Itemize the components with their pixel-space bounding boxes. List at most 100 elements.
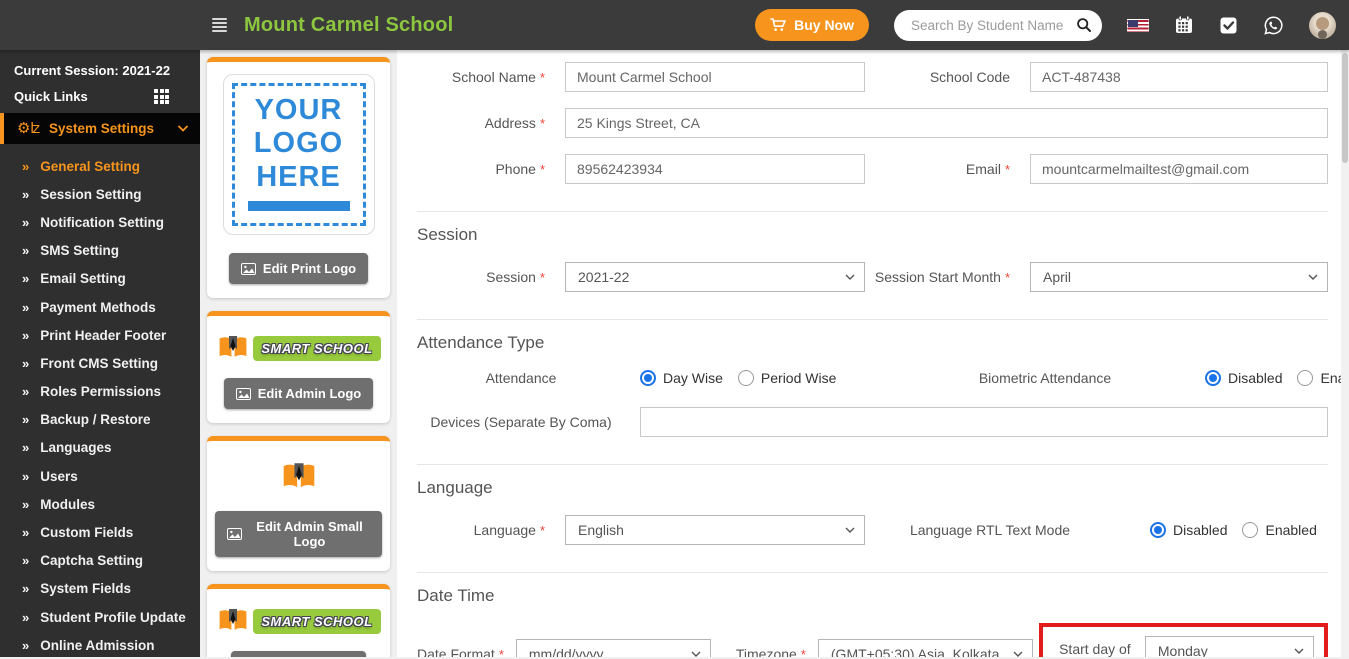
language-section: Language Language * English Language RTL … [417, 464, 1328, 545]
sidebar-item-session-setting[interactable]: Session Setting [0, 180, 200, 208]
logo-placeholder-text: YOUR [254, 94, 343, 126]
phone-input[interactable] [565, 154, 865, 184]
edit-app-logo-button[interactable]: Edit App Logo [231, 651, 366, 657]
sidebar-item-print-header-footer[interactable]: Print Header Footer [0, 321, 200, 349]
sidebar-item-label: Front CMS Setting [40, 355, 158, 371]
calendar-icon[interactable] [1174, 15, 1194, 35]
buy-now-label: Buy Now [794, 17, 854, 33]
sidebar-item-label: Custom Fields [40, 525, 134, 541]
search-icon[interactable] [1076, 17, 1092, 33]
sidebar-item-online-admission[interactable]: Online Admission [0, 631, 200, 659]
radio-label: Enabled [1320, 370, 1341, 386]
chevron-down-icon [1294, 648, 1304, 654]
address-input[interactable] [565, 108, 1328, 138]
double-chevron-icon [22, 271, 29, 286]
radio-label: Day Wise [663, 370, 723, 386]
sidebar-item-label: Notification Setting [40, 214, 164, 230]
rtl-enabled-radio[interactable]: Enabled [1242, 522, 1317, 538]
app-logo-card: SMART SCHOOL Edit App Logo [207, 584, 390, 657]
timezone-select[interactable]: (GMT+05:30) Asia, Kolkata [817, 639, 1033, 657]
edit-admin-logo-button[interactable]: Edit Admin Logo [223, 378, 374, 410]
sidebar-item-roles-permissions[interactable]: Roles Permissions [0, 378, 200, 406]
session-start-month-select[interactable]: April [1030, 262, 1328, 292]
start-day-of-week-select[interactable]: Monday [1144, 636, 1314, 657]
address-label: Address * [484, 115, 545, 131]
double-chevron-icon [22, 384, 29, 399]
sidebar-item-modules[interactable]: Modules [0, 490, 200, 518]
language-flag-icon[interactable] [1127, 18, 1149, 32]
radio-selected-icon [1150, 522, 1166, 538]
sidebar-item-email-setting[interactable]: Email Setting [0, 265, 200, 293]
sidebar-item-student-profile-update[interactable]: Student Profile Update [0, 603, 200, 631]
attendance-period-wise-radio[interactable]: Period Wise [737, 370, 836, 386]
print-logo-preview: YOUR LOGO HERE [222, 74, 375, 236]
sidebar-item-captcha-setting[interactable]: Captcha Setting [0, 547, 200, 575]
school-name-input[interactable] [565, 62, 865, 92]
whatsapp-icon[interactable] [1263, 15, 1284, 36]
admin-small-logo [215, 461, 382, 493]
radio-unselected-icon [737, 370, 754, 386]
logo-panel-column: YOUR LOGO HERE Edit Print Logo SMART SCH… [200, 50, 397, 657]
chevron-down-icon [1308, 274, 1318, 280]
edit-admin-small-logo-button[interactable]: Edit Admin Small Logo [215, 511, 382, 558]
biometric-attendance-label: Biometric Attendance [978, 370, 1112, 386]
start-day-of-week-label: Start day of week* [1059, 641, 1131, 657]
date-format-value: mm/dd/yyyy [528, 646, 604, 657]
rtl-disabled-radio[interactable]: Disabled [1150, 522, 1227, 538]
phone-label: Phone * [495, 161, 545, 177]
chevron-down-icon [845, 527, 855, 533]
date-format-label: Date Format * [417, 646, 504, 657]
gears-icon: ⚙ʫ [17, 120, 40, 137]
image-icon [235, 387, 251, 400]
sidebar-item-languages[interactable]: Languages [0, 434, 200, 462]
scrollbar-thumb[interactable] [1342, 53, 1348, 163]
hamburger-menu-icon[interactable] [212, 18, 227, 32]
biometric-disabled-radio[interactable]: Disabled [1205, 370, 1282, 386]
language-label: Language * [473, 522, 545, 538]
double-chevron-icon [22, 553, 29, 568]
todo-check-icon[interactable] [1219, 16, 1238, 35]
buy-now-button[interactable]: Buy Now [755, 9, 869, 41]
book-pen-icon [218, 609, 248, 633]
sidebar-item-backup-restore[interactable]: Backup / Restore [0, 406, 200, 434]
admin-small-logo-card: Edit Admin Small Logo [207, 436, 390, 572]
search-input[interactable] [909, 16, 1076, 34]
date-format-select[interactable]: mm/dd/yyyy [515, 639, 711, 657]
vertical-scrollbar[interactable] [1341, 50, 1349, 657]
quick-links-grid-icon[interactable] [154, 89, 169, 104]
language-rtl-label: Language RTL Text Mode [909, 522, 1071, 538]
sidebar-item-notification-setting[interactable]: Notification Setting [0, 208, 200, 236]
language-section-heading: Language [417, 478, 493, 497]
double-chevron-icon [22, 581, 29, 596]
devices-input[interactable] [640, 407, 1328, 437]
required-asterisk: * [1004, 162, 1010, 177]
edit-print-logo-button[interactable]: Edit Print Logo [228, 253, 369, 285]
sidebar-item-front-cms-setting[interactable]: Front CMS Setting [0, 349, 200, 377]
datetime-section: Date Time Date Format * mm/dd/yyyy Timezo… [417, 572, 1328, 657]
biometric-enabled-radio[interactable]: Enabled [1297, 370, 1341, 386]
sidebar-item-users[interactable]: Users [0, 462, 200, 490]
student-search-box [894, 9, 1102, 41]
sidebar-item-system-fields[interactable]: System Fields [0, 575, 200, 603]
sidebar-item-custom-fields[interactable]: Custom Fields [0, 518, 200, 546]
sidebar-item-label: Modules [40, 496, 95, 512]
session-label: Session * [486, 269, 545, 285]
language-select[interactable]: English [565, 515, 865, 545]
user-avatar[interactable] [1309, 11, 1336, 39]
admin-logo-card: SMART SCHOOL Edit Admin Logo [207, 311, 390, 424]
attendance-day-wise-radio[interactable]: Day Wise [640, 370, 723, 386]
sidebar-item-general-setting[interactable]: General Setting [0, 152, 200, 180]
sidebar-item-payment-methods[interactable]: Payment Methods [0, 293, 200, 321]
top-navbar: Mount Carmel School Buy Now [0, 0, 1349, 50]
sidebar-item-sms-setting[interactable]: SMS Setting [0, 237, 200, 265]
school-code-input[interactable] [1030, 62, 1328, 92]
required-asterisk: * [539, 270, 545, 285]
session-select[interactable]: 2021-22 [565, 262, 865, 292]
radio-unselected-icon [1242, 522, 1259, 538]
school-code-label: School Code [929, 69, 1010, 85]
sidebar-section-label: System Settings [48, 121, 154, 136]
sidebar-section-system-settings[interactable]: ⚙ʫ System Settings [0, 113, 200, 144]
logo-placeholder-text: LOGO [253, 127, 344, 160]
double-chevron-icon [22, 243, 29, 258]
email-input[interactable] [1030, 154, 1328, 184]
